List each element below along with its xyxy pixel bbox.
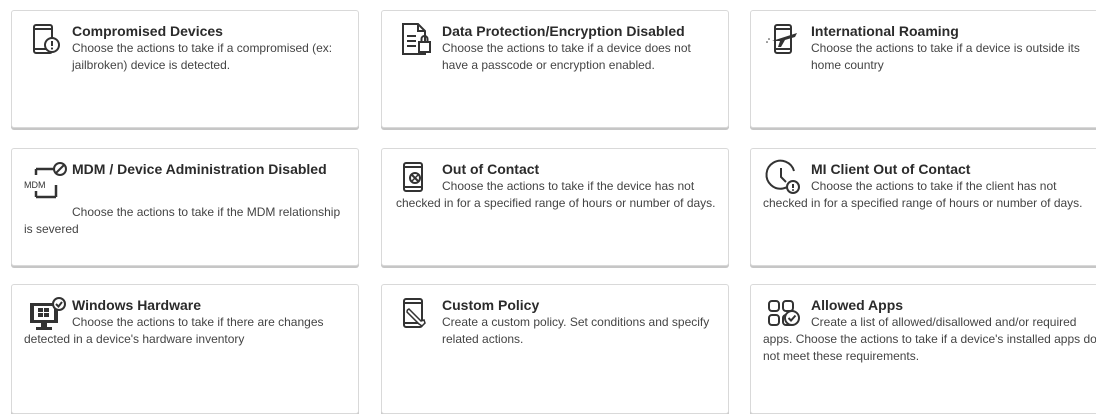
card-title: Custom Policy [442, 297, 540, 313]
card-description: Choose the actions to take if the MDM re… [24, 205, 341, 236]
card-title: Compromised Devices [72, 23, 223, 39]
card-description: Choose the actions to take if the client… [763, 179, 1083, 210]
policy-card-out-of-contact[interactable]: Out of Contact Choose the actions to tak… [381, 148, 729, 266]
card-title: MDM / Device Administration Disabled [72, 161, 327, 177]
card-title: Allowed Apps [811, 297, 904, 313]
policy-card-windows-hardware[interactable]: Windows Hardware Choose the actions to t… [11, 284, 359, 414]
compromised-device-icon [24, 19, 64, 59]
policy-card-custom-policy[interactable]: Custom Policy Create a custom policy. Se… [381, 284, 729, 414]
card-description: Choose the actions to take if the device… [396, 179, 716, 210]
card-title: Out of Contact [442, 161, 540, 177]
card-description: Choose the actions to take if there are … [24, 315, 324, 346]
mdm-icon-text: MDM [24, 180, 46, 190]
card-description: Choose the actions to take if a device d… [442, 41, 691, 72]
card-description: Create a custom policy. Set conditions a… [442, 315, 710, 346]
policy-card-mi-client-out-of-contact[interactable]: MI Client Out of Contact Choose the acti… [750, 148, 1096, 266]
card-description: Create a list of allowed/disallowed and/… [763, 315, 1096, 363]
policy-card-data-protection[interactable]: Data Protection/Encryption Disabled Choo… [381, 10, 729, 128]
policy-card-allowed-apps[interactable]: Allowed Apps Create a list of allowed/di… [750, 284, 1096, 414]
card-title: Data Protection/Encryption Disabled [442, 23, 685, 39]
policy-card-compromised-devices[interactable]: Compromised Devices Choose the actions t… [11, 10, 359, 128]
card-description: Choose the actions to take if a device i… [811, 41, 1080, 72]
card-description: Choose the actions to take if a compromi… [72, 41, 333, 72]
policy-card-mdm-disabled[interactable]: MDM MDM / Device Administration Disabled… [11, 148, 359, 266]
document-lock-icon [394, 19, 434, 59]
phone-plane-icon [763, 19, 803, 59]
mdm-disabled-icon: MDM [22, 161, 70, 201]
card-title: International Roaming [811, 23, 959, 39]
card-title: MI Client Out of Contact [811, 161, 971, 177]
card-title: Windows Hardware [72, 297, 202, 313]
policy-card-international-roaming[interactable]: International Roaming Choose the actions… [750, 10, 1096, 128]
phone-wrench-icon [394, 293, 434, 333]
